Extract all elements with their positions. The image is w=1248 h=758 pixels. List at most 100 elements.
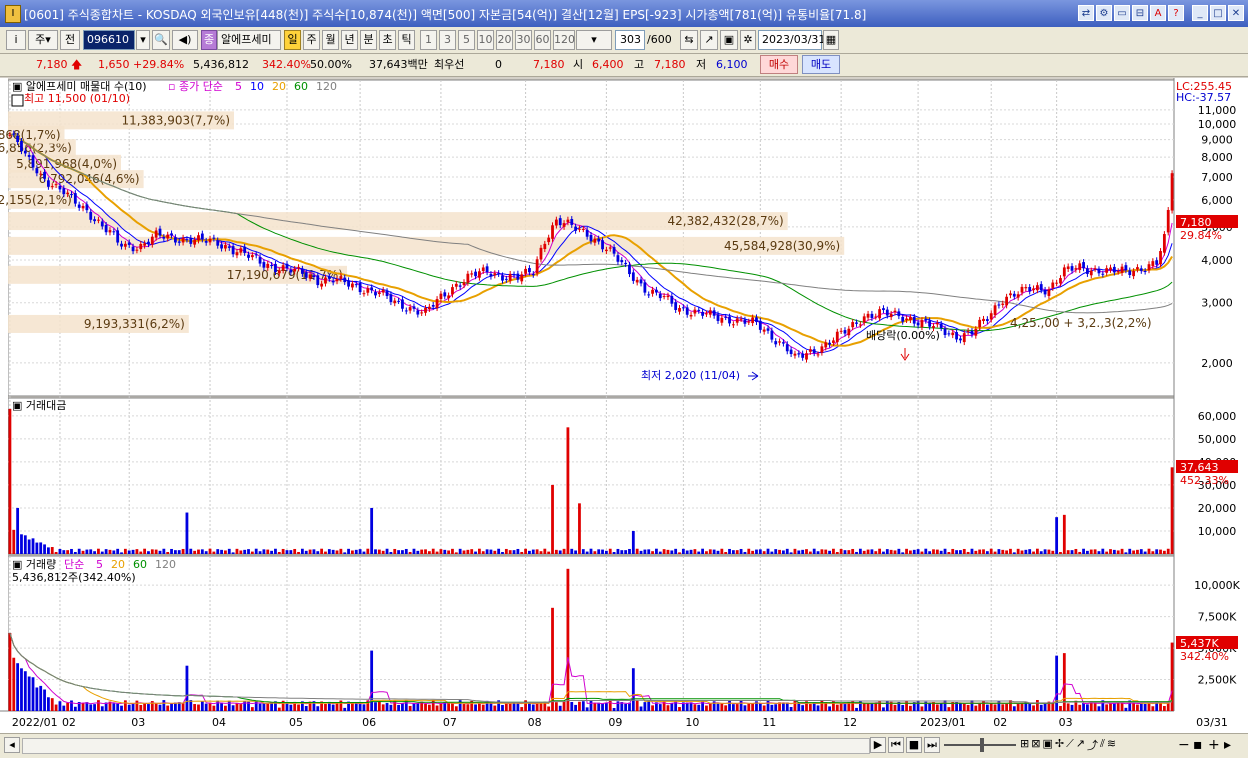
period-button-분[interactable]: 분	[360, 30, 377, 50]
candle-body	[162, 236, 166, 239]
interval-button-60[interactable]: 60	[534, 30, 551, 50]
count-input[interactable]: 303	[615, 30, 645, 50]
alert-icon[interactable]: A	[1150, 5, 1166, 21]
interval-button-3[interactable]: 3	[439, 30, 456, 50]
stock-code-input[interactable]: 096610	[83, 30, 135, 50]
amount-bar	[1016, 548, 1020, 554]
pin-icon[interactable]: ⊟	[1132, 5, 1148, 21]
config-icon[interactable]: ✲	[740, 30, 756, 50]
close-icon[interactable]: ✕	[1228, 5, 1244, 21]
fetch-icon[interactable]: ⇆	[680, 30, 698, 50]
stop-icon[interactable]: ■	[906, 737, 922, 753]
scroll-right-icon[interactable]: ▸	[1224, 736, 1231, 754]
amount-bar	[262, 549, 266, 554]
date-input[interactable]: 2023/03/31	[758, 30, 825, 50]
x-axis-label: 08	[528, 716, 542, 729]
skip-back-icon[interactable]: ⏮	[888, 737, 904, 753]
code-dropdown-icon[interactable]: ▾	[136, 30, 150, 50]
period-button-년[interactable]: 년	[341, 30, 358, 50]
volume-bar	[739, 700, 743, 711]
draw-box-icon[interactable]: ▣	[1042, 737, 1052, 753]
compare-icon[interactable]: ↗	[700, 30, 718, 50]
period-unit-select[interactable]: 주▾	[28, 30, 58, 50]
draw-channel-icon[interactable]: ⫽	[1100, 737, 1105, 753]
skip-forward-icon[interactable]: ⏭	[924, 737, 940, 753]
volume-bar	[324, 703, 327, 711]
search-icon[interactable]: 🔍	[152, 30, 170, 50]
draw-trend-icon[interactable]: ⤴	[1087, 737, 1098, 753]
candle-body	[635, 279, 639, 283]
prev-button[interactable]: 전	[60, 30, 80, 50]
volume-bar	[362, 704, 366, 711]
interval-custom-select[interactable]: ▾	[576, 30, 612, 50]
candle-body	[801, 353, 805, 358]
volume-bar	[1059, 705, 1062, 711]
amount-bar	[1009, 548, 1012, 554]
save-icon[interactable]: ▣	[720, 30, 738, 50]
maximize-icon[interactable]: □	[1210, 5, 1226, 21]
speaker-icon[interactable]: ◀)	[172, 30, 198, 50]
candle-body	[597, 238, 601, 242]
candle-body	[239, 248, 243, 253]
buy-button[interactable]: 매수	[760, 55, 798, 74]
window-icon[interactable]: ▭	[1114, 5, 1130, 21]
candle-body	[970, 330, 974, 335]
amount-bar	[324, 551, 327, 554]
draw-grid-icon[interactable]: ⊠	[1031, 737, 1040, 753]
draw-cross-icon[interactable]: ✢	[1055, 737, 1064, 753]
candle-body	[1062, 267, 1066, 277]
period-button-월[interactable]: 월	[322, 30, 339, 50]
zoom-in-icon[interactable]: +	[1208, 736, 1220, 754]
draw-fib-icon[interactable]: ≋	[1107, 737, 1116, 753]
interval-button-30[interactable]: 30	[515, 30, 532, 50]
zoom-out-icon[interactable]: −	[1178, 736, 1190, 754]
volume-bar	[16, 663, 20, 711]
period-button-일[interactable]: 일	[284, 30, 301, 50]
candle-body	[39, 173, 43, 175]
period-button-주[interactable]: 주	[303, 30, 320, 50]
amount-bar	[520, 551, 524, 554]
volume-bar	[882, 707, 885, 711]
settings-icon[interactable]: ⚙	[1096, 5, 1112, 21]
candle-body	[424, 307, 427, 313]
interval-button-10[interactable]: 10	[477, 30, 494, 50]
candle-body	[951, 332, 955, 336]
amount-bar	[50, 547, 54, 554]
volume-bar	[689, 702, 693, 711]
period-button-틱[interactable]: 틱	[398, 30, 415, 50]
interval-button-5[interactable]: 5	[458, 30, 475, 50]
candle-body	[901, 316, 905, 322]
period-button-초[interactable]: 초	[379, 30, 396, 50]
play-icon[interactable]: ▶	[870, 737, 886, 753]
sell-button[interactable]: 매도	[802, 55, 840, 74]
draw-arrow-icon[interactable]: ↗	[1076, 737, 1085, 753]
amount-bar	[270, 550, 274, 554]
amount-bar	[485, 549, 489, 554]
amount-bar	[789, 552, 793, 554]
volume-bar	[670, 703, 674, 711]
amount-bar	[454, 552, 458, 554]
draw-line-icon[interactable]: ⟋	[1066, 737, 1074, 753]
zoom-slider-handle[interactable]	[980, 738, 984, 752]
candle-body	[639, 279, 643, 284]
candle-body	[843, 330, 847, 334]
calendar-icon[interactable]: ▦	[823, 30, 839, 50]
horizontal-scrollbar[interactable]	[22, 738, 870, 754]
restore-icon[interactable]: ⇄	[1078, 5, 1094, 21]
stock-info-icon[interactable]: ⅰ	[6, 30, 26, 50]
candle-body	[385, 291, 389, 296]
help-icon[interactable]: ?	[1168, 5, 1184, 21]
candle-body	[924, 318, 928, 321]
stock-chart[interactable]: 2022/01 02 03 04 05 06 07 08 09 10 11 12 2023/01 02 03…	[0, 78, 1248, 733]
stock-name-field[interactable]: 알에프세미	[217, 30, 281, 50]
draw-rect-icon[interactable]: ⊞	[1020, 737, 1029, 753]
interval-button-1[interactable]: 1	[420, 30, 437, 50]
interval-button-120[interactable]: 120	[553, 30, 575, 50]
zoom-reset-icon[interactable]: ▪	[1193, 736, 1203, 754]
interval-button-20[interactable]: 20	[496, 30, 513, 50]
scroll-left-icon[interactable]: ◂	[4, 737, 20, 753]
candle-body	[574, 226, 578, 231]
minimize-icon[interactable]: _	[1192, 5, 1208, 21]
candle-body	[935, 322, 939, 325]
amount-bar	[435, 551, 439, 554]
